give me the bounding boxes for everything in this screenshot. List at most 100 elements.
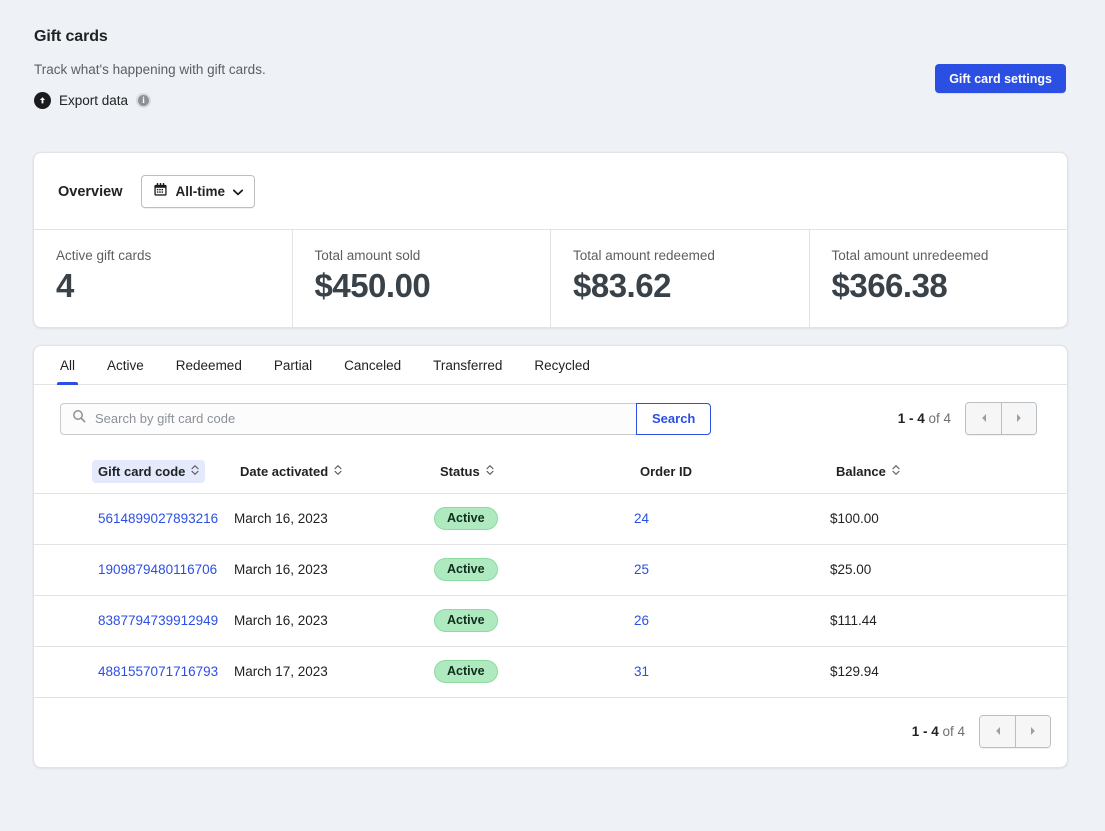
order-id-link[interactable]: 26 [634, 613, 649, 628]
stat-label: Total amount unredeemed [832, 248, 1068, 263]
cell-gift-card-code: 5614899027893216 [34, 493, 234, 544]
cell-order-id: 26 [634, 595, 830, 646]
overview-card: Overview All-time [33, 152, 1068, 328]
gift-card-code-link[interactable]: 8387794739912949 [98, 613, 218, 628]
search-icon [72, 409, 86, 428]
chevron-left-icon [994, 724, 1002, 739]
column-header-balance: Balance [830, 451, 1067, 493]
order-id-link[interactable]: 24 [634, 511, 649, 526]
pagination-prev-button[interactable] [980, 716, 1015, 747]
search-input[interactable] [95, 411, 625, 426]
pagination-label: 1 - 4 of 4 [898, 411, 951, 426]
stat-active-gift-cards: Active gift cards 4 [34, 230, 293, 327]
order-id-link[interactable]: 25 [634, 562, 649, 577]
pagination-next-button[interactable] [1001, 403, 1036, 434]
sort-gift-card-code[interactable]: Gift card code [92, 460, 205, 483]
overview-header: Overview All-time [34, 153, 1067, 230]
date-range-label: All-time [176, 184, 226, 199]
tab-active[interactable]: Active [91, 346, 160, 384]
pagination-buttons [965, 402, 1037, 435]
gift-card-settings-button[interactable]: Gift card settings [935, 64, 1066, 93]
chevron-left-icon [980, 411, 988, 426]
search-button[interactable]: Search [636, 403, 711, 435]
cell-status: Active [434, 544, 634, 595]
export-row: Export data i [34, 92, 1072, 109]
pagination-buttons [979, 715, 1051, 748]
export-data-button[interactable]: Export data [34, 92, 128, 109]
pagination-total: of 4 [939, 724, 965, 739]
status-badge: Active [434, 609, 498, 633]
table-body: 5614899027893216 March 16, 2023 Active 2… [34, 493, 1067, 697]
tab-partial[interactable]: Partial [258, 346, 328, 384]
chevron-right-icon [1015, 411, 1023, 426]
cell-status: Active [434, 646, 634, 697]
stat-label: Total amount redeemed [573, 248, 809, 263]
chevron-down-icon [233, 183, 243, 201]
pagination-prev-button[interactable] [966, 403, 1001, 434]
search-field[interactable] [60, 403, 636, 435]
cell-gift-card-code: 1909879480116706 [34, 544, 234, 595]
status-badge: Active [434, 558, 498, 582]
sort-icon [892, 464, 900, 479]
sort-date-activated[interactable]: Date activated [234, 460, 348, 483]
cell-gift-card-code: 8387794739912949 [34, 595, 234, 646]
tab-transferred[interactable]: Transferred [417, 346, 518, 384]
cell-date-activated: March 17, 2023 [234, 646, 434, 697]
page-title: Gift cards [34, 28, 1072, 46]
cell-balance: $100.00 [830, 493, 1067, 544]
pagination-bottom: 1 - 4 of 4 [912, 715, 1051, 748]
table-head: Gift card code Date activated [34, 451, 1067, 493]
tab-all[interactable]: All [44, 346, 91, 384]
sort-balance[interactable]: Balance [830, 460, 906, 483]
gift-cards-table-card: All Active Redeemed Partial Canceled Tra… [33, 345, 1068, 768]
pagination-top: 1 - 4 of 4 [898, 402, 1037, 435]
gift-cards-table: Gift card code Date activated [34, 451, 1067, 698]
date-range-selector[interactable]: All-time [141, 175, 256, 208]
gift-card-code-link[interactable]: 1909879480116706 [98, 562, 217, 577]
cell-balance: $129.94 [830, 646, 1067, 697]
column-label: Status [440, 464, 480, 479]
gift-card-code-link[interactable]: 5614899027893216 [98, 511, 218, 526]
order-id-link[interactable]: 31 [634, 664, 649, 679]
cell-balance: $111.44 [830, 595, 1067, 646]
pagination-total: of 4 [925, 411, 951, 426]
order-id-label-wrap: Order ID [634, 460, 698, 483]
table-footer: 1 - 4 of 4 [34, 698, 1067, 767]
export-circle-arrow-up-icon [34, 92, 51, 109]
info-circle-icon[interactable]: i [136, 93, 151, 108]
column-header-status: Status [434, 451, 634, 493]
stat-value: $366.38 [832, 267, 1068, 305]
sort-status[interactable]: Status [434, 460, 500, 483]
chevron-right-icon [1029, 724, 1037, 739]
page-subtitle: Track what's happening with gift cards. [34, 62, 1072, 77]
tab-redeemed[interactable]: Redeemed [160, 346, 258, 384]
pagination-next-button[interactable] [1015, 716, 1050, 747]
pagination-range: 1 - 4 [912, 724, 939, 739]
cell-status: Active [434, 595, 634, 646]
status-tabs: All Active Redeemed Partial Canceled Tra… [34, 346, 1067, 385]
table-row: 1909879480116706 March 16, 2023 Active 2… [34, 544, 1067, 595]
table-header-row: Gift card code Date activated [34, 451, 1067, 493]
tab-recycled[interactable]: Recycled [518, 346, 606, 384]
pagination-label: 1 - 4 of 4 [912, 724, 965, 739]
stat-value: 4 [56, 267, 292, 305]
search-row: Search 1 - 4 of 4 [34, 385, 1067, 451]
status-badge: Active [434, 507, 498, 531]
stat-total-amount-sold: Total amount sold $450.00 [293, 230, 552, 327]
stat-total-amount-redeemed: Total amount redeemed $83.62 [551, 230, 810, 327]
tab-canceled[interactable]: Canceled [328, 346, 417, 384]
status-badge: Active [434, 660, 498, 684]
sort-icon [334, 464, 342, 479]
calendar-icon [153, 182, 168, 202]
cell-gift-card-code: 4881557071716793 [34, 646, 234, 697]
sort-icon [486, 464, 494, 479]
column-label: Order ID [640, 464, 692, 479]
cell-date-activated: March 16, 2023 [234, 544, 434, 595]
export-data-label: Export data [59, 93, 128, 108]
cell-order-id: 24 [634, 493, 830, 544]
stats-row: Active gift cards 4 Total amount sold $4… [34, 230, 1067, 327]
page-header: Gift cards Track what's happening with g… [0, 0, 1105, 109]
table-row: 8387794739912949 March 16, 2023 Active 2… [34, 595, 1067, 646]
sort-icon [191, 464, 199, 479]
gift-card-code-link[interactable]: 4881557071716793 [98, 664, 218, 679]
